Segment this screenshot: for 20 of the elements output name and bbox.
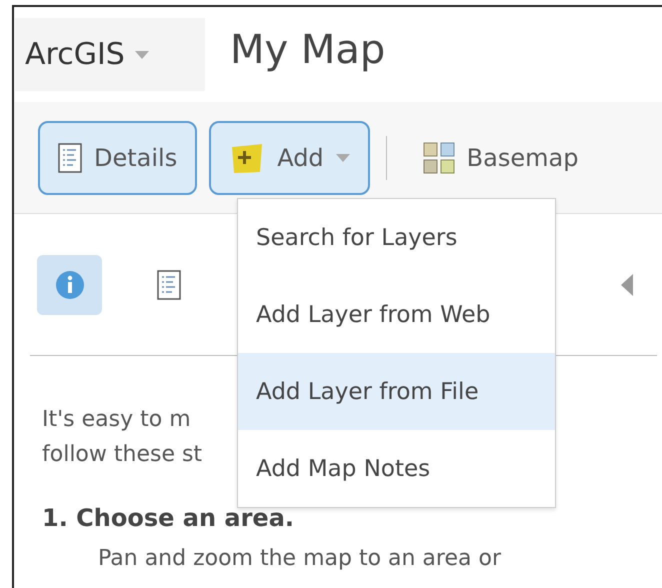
collapse-arrow-icon[interactable]: [621, 274, 633, 296]
map-title: My Map: [230, 26, 386, 74]
info-tab[interactable]: [37, 254, 102, 314]
document-list-icon: [156, 270, 180, 300]
menu-item[interactable]: Add Layer from File: [238, 353, 555, 430]
menu-item[interactable]: Add Map Notes: [238, 430, 555, 507]
document-list-icon: [58, 142, 82, 172]
grid-tiles-icon: [422, 142, 455, 174]
intro-text: follow these st: [42, 441, 202, 469]
caret-icon: [134, 50, 149, 58]
menu-item[interactable]: Add Layer from Web: [238, 276, 555, 353]
intro-text: It's easy to m: [42, 406, 191, 434]
menu-item[interactable]: Search for Layers: [238, 199, 555, 276]
info-icon: [54, 270, 84, 300]
basemap-button[interactable]: Basemap: [402, 120, 598, 194]
app-menu[interactable]: ArcGIS: [15, 18, 205, 91]
step-heading: 1. Choose an area.: [42, 504, 296, 532]
details-button[interactable]: Details: [38, 120, 198, 194]
step-text: Pan and zoom the map to an area or: [98, 546, 501, 571]
add-dropdown-button[interactable]: Add: [209, 120, 370, 194]
